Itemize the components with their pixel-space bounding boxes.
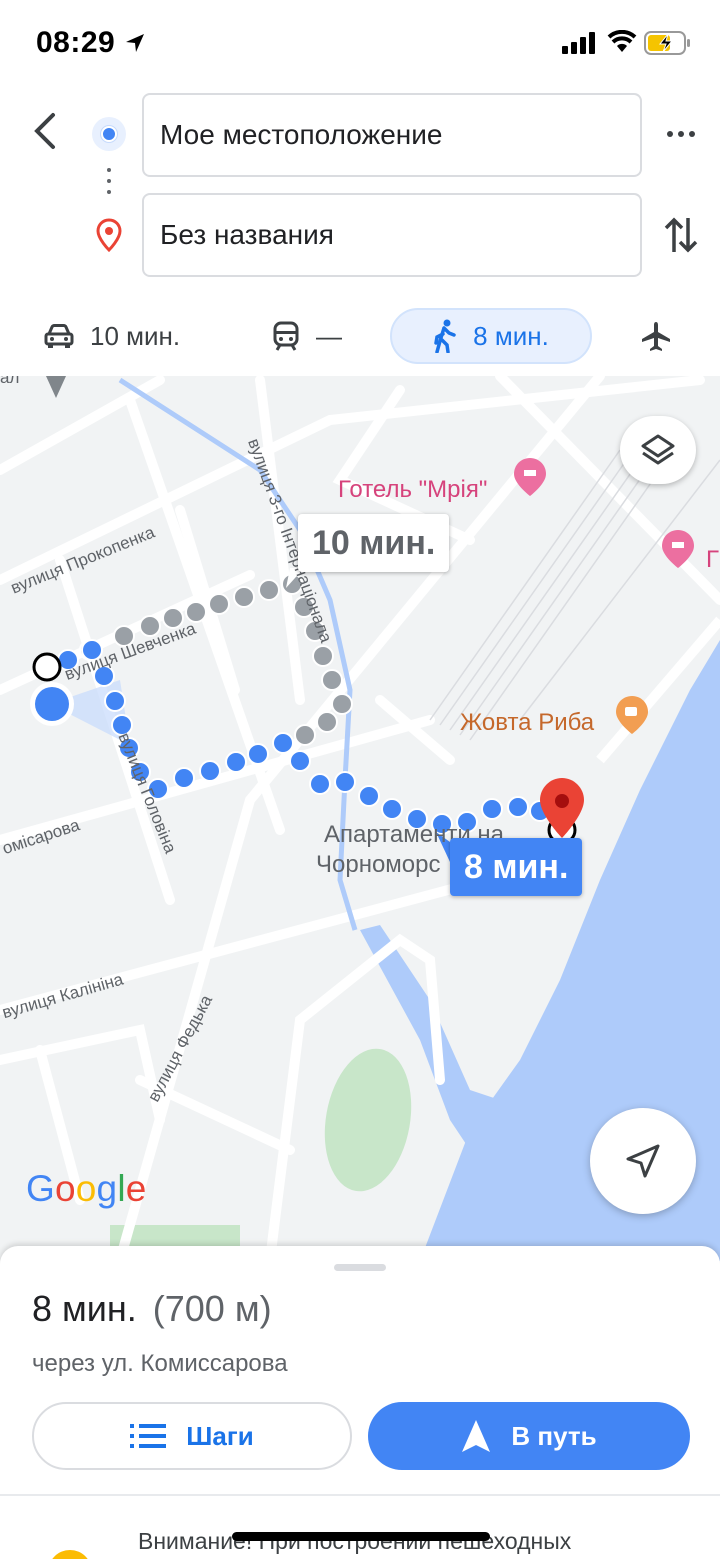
sheet-grabber[interactable] — [334, 1264, 386, 1271]
layers-icon — [641, 434, 675, 465]
poi-hotel-label[interactable]: Готель "Мрія" — [338, 476, 487, 504]
tab-transit[interactable]: — — [272, 308, 342, 364]
back-button[interactable] — [20, 106, 70, 156]
tab-drive[interactable]: 10 мин. — [44, 308, 180, 364]
tab-flight[interactable] — [640, 308, 688, 364]
chevron-left-icon — [34, 113, 55, 149]
wifi-icon — [607, 30, 637, 52]
more-horizontal-icon — [667, 131, 673, 137]
swap-vertical-icon — [664, 217, 698, 253]
my-location-dot-icon — [92, 117, 126, 151]
route-bottom-sheet: 8 мин. (700 м) через ул. Комиссарова Шаг… — [0, 1246, 720, 1559]
list-icon — [130, 1424, 167, 1448]
origin-field[interactable]: Мое местоположение — [142, 93, 642, 177]
walk-icon — [434, 319, 456, 353]
cellular-signal-icon — [562, 32, 595, 54]
tab-transit-label: — — [316, 320, 342, 351]
status-bar: 08:29 — [0, 0, 720, 90]
home-indicator — [232, 1532, 490, 1541]
start-button-label: В путь — [511, 1420, 597, 1451]
poi-restaurant-label[interactable]: Жовта Риба — [460, 709, 594, 737]
navigation-arrow-icon — [626, 1144, 660, 1178]
battery-charging-icon — [644, 31, 690, 55]
steps-button-label: Шаги — [186, 1420, 254, 1451]
google-logo: Google — [26, 1168, 147, 1209]
navigation-arrow-icon — [462, 1420, 491, 1452]
tab-walk-label: 8 мин. — [473, 320, 549, 351]
location-services-icon — [126, 34, 144, 52]
train-icon — [273, 321, 299, 351]
poi-hotel-label[interactable]: Г — [706, 546, 719, 574]
route-summary: 8 мин. (700 м) — [32, 1288, 272, 1330]
more-options-button[interactable] — [656, 112, 706, 156]
divider — [0, 1494, 720, 1496]
status-time: 08:29 — [36, 26, 116, 59]
airplane-icon — [642, 322, 670, 351]
warning-icon — [48, 1550, 92, 1559]
route-distance: (700 м) — [152, 1288, 272, 1329]
route-via: через ул. Комиссарова — [32, 1350, 288, 1377]
route-connector — [106, 168, 112, 200]
steps-button[interactable]: Шаги — [32, 1402, 352, 1470]
swap-button[interactable] — [656, 210, 706, 260]
tab-drive-label: 10 мин. — [90, 320, 181, 351]
main-route-time-callout[interactable]: 8 мин. — [450, 838, 583, 896]
route-duration: 8 мин. — [32, 1288, 137, 1329]
alt-route-time-callout[interactable]: 10 мин. — [298, 514, 450, 572]
street-label: ал — [0, 376, 20, 387]
destination-field[interactable]: Без названия — [142, 193, 642, 277]
recenter-button[interactable] — [590, 1108, 696, 1214]
car-icon — [44, 324, 74, 348]
layers-button[interactable] — [620, 416, 696, 484]
tab-walk[interactable]: 8 мин. — [390, 308, 592, 364]
place-pin-icon — [96, 218, 122, 252]
travel-mode-tabs: 10 мин. — 8 мин. — [0, 300, 720, 376]
start-navigation-button[interactable]: В путь — [368, 1402, 690, 1470]
